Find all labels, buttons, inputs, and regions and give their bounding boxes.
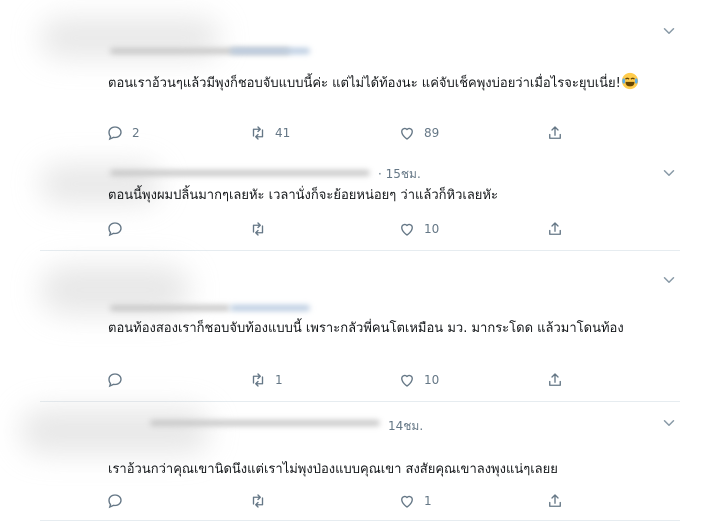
share-button[interactable] <box>546 490 564 512</box>
laughing-crying-emoji <box>621 72 638 90</box>
like-button[interactable]: 10 <box>398 218 439 240</box>
tweet-time: · 15ชม. <box>378 167 421 181</box>
tweet-3[interactable]: ตอนท้องสองเราก็ชอบจับท้องแบบนี้ เพราะกลั… <box>0 251 716 401</box>
tweet-2[interactable]: · 15ชม. ตอนนี้พุงผมปลิ้นมากๆเลยหัะ เวลาน… <box>0 160 716 250</box>
blurred-avatar <box>20 408 210 454</box>
share-button[interactable] <box>546 218 564 240</box>
share-icon <box>549 373 561 386</box>
action-bar: 2 41 89 <box>106 122 666 144</box>
retweet-button[interactable] <box>249 490 275 512</box>
reply-button[interactable] <box>106 490 132 512</box>
action-bar: 1 10 <box>106 369 666 391</box>
retweet-icon <box>252 222 264 236</box>
like-button[interactable]: 1 <box>398 490 432 512</box>
retweet-icon <box>252 373 264 387</box>
tweet-text: ตอนนี้พุงผมปลิ้นมากๆเลยหัะ เวลานั่งก็จะย… <box>108 188 498 203</box>
tweet-time: 14ชม. <box>388 419 424 433</box>
retweet-icon <box>252 494 264 508</box>
heart-icon <box>401 223 413 236</box>
heart-icon <box>401 127 413 140</box>
chevron-down-icon[interactable] <box>660 164 678 182</box>
retweet-button[interactable] <box>249 218 275 240</box>
reply-count: 2 <box>132 126 140 140</box>
reply-icon <box>108 126 122 141</box>
like-count: 1 <box>424 494 432 508</box>
chevron-down-icon[interactable] <box>660 271 678 289</box>
blurred-username <box>110 305 230 311</box>
reply-button[interactable]: 2 <box>106 122 140 144</box>
chevron-down-icon[interactable] <box>660 414 678 432</box>
share-button[interactable] <box>546 122 564 144</box>
tweet-text: เราอ้วนกว่าคุณเขานิดนึงแต่เราไม่พุงป่องแ… <box>108 462 558 477</box>
like-button[interactable]: 10 <box>398 369 439 391</box>
heart-icon <box>401 374 413 387</box>
reply-icon <box>108 494 122 509</box>
reply-button[interactable] <box>106 218 132 240</box>
share-icon <box>549 222 561 235</box>
blurred-handle <box>230 305 310 311</box>
share-button[interactable] <box>546 369 564 391</box>
retweet-count: 1 <box>275 373 283 387</box>
heart-icon <box>401 495 413 508</box>
action-bar: 1 <box>106 490 666 512</box>
blurred-username <box>150 420 380 426</box>
like-button[interactable]: 89 <box>398 122 439 144</box>
tweet-text: ตอนเราอ้วนๆแล้วมีพุงก็ชอบจับแบบนี้ค่ะ แต… <box>108 72 668 94</box>
tweet-1[interactable]: ตอนเราอ้วนๆแล้วมีพุงก็ชอบจับแบบนี้ค่ะ แต… <box>0 0 716 160</box>
action-bar: 10 <box>106 218 666 240</box>
blurred-username <box>110 170 370 176</box>
reply-button[interactable] <box>106 369 132 391</box>
like-count: 10 <box>424 222 440 236</box>
retweet-count: 41 <box>275 126 291 140</box>
tweet-4[interactable]: 14ชม. เราอ้วนกว่าคุณเขานิดนึงแต่เราไม่พุ… <box>0 402 716 526</box>
like-count: 89 <box>424 126 440 140</box>
tweet-divider <box>40 520 680 521</box>
retweet-button[interactable]: 41 <box>249 122 290 144</box>
like-count: 10 <box>424 373 440 387</box>
tweet-text: ตอนท้องสองเราก็ชอบจับท้องแบบนี้ เพราะกลั… <box>108 321 624 336</box>
reply-icon <box>108 222 122 237</box>
share-icon <box>549 126 561 139</box>
share-icon <box>549 494 561 507</box>
blurred-handle <box>230 48 310 54</box>
chevron-down-icon[interactable] <box>660 22 678 40</box>
retweet-button[interactable]: 1 <box>249 369 283 391</box>
retweet-icon <box>252 126 264 140</box>
reply-icon <box>108 373 122 388</box>
